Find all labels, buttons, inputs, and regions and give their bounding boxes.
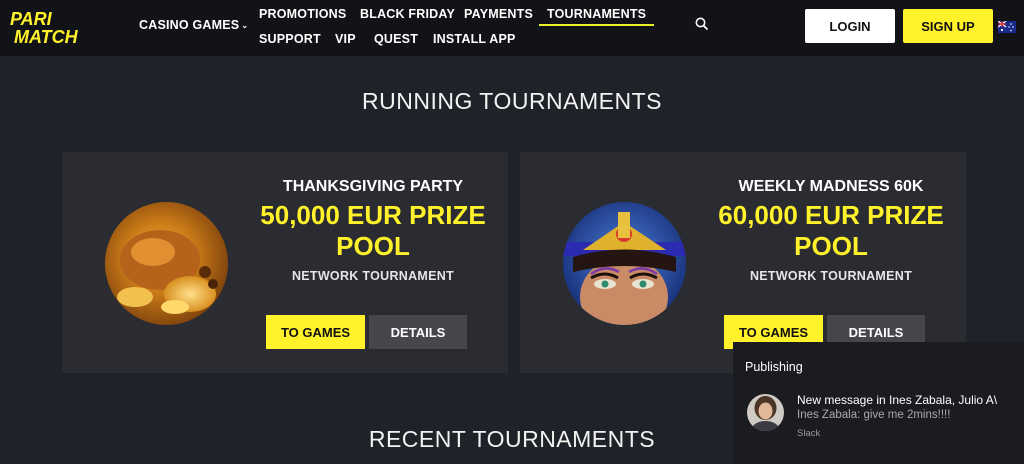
prize-line-1: 50,000 EUR PRIZE [260, 200, 486, 230]
nav-install-app[interactable]: INSTALL APP [433, 32, 516, 46]
prize-line-1: 60,000 EUR PRIZE [718, 200, 944, 230]
casino-games-menu[interactable]: CASINO GAMES ⌄ [139, 18, 248, 32]
desktop-notification[interactable]: Publishing New message in Ines Zabala, J… [733, 342, 1024, 464]
tournament-prize: 60,000 EUR PRIZE POOL [696, 200, 966, 262]
nav-promotions[interactable]: PROMOTIONS [259, 7, 346, 21]
tournament-card: WEEKLY MADNESS 60K 60,000 EUR PRIZE POOL… [520, 152, 966, 373]
casino-games-label: CASINO GAMES [139, 18, 240, 32]
tournament-type: NETWORK TOURNAMENT [291, 269, 455, 283]
nav-quest[interactable]: QUEST [374, 32, 418, 46]
nav-vip[interactable]: VIP [335, 32, 356, 46]
notification-source: Slack [797, 428, 821, 439]
prize-line-2: POOL [794, 231, 868, 261]
notification-body: Ines Zabala: give me 2mins!!!! [797, 409, 951, 421]
signup-button[interactable]: SIGN UP [903, 9, 993, 43]
nav-black-friday[interactable]: BLACK FRIDAY [360, 7, 455, 21]
prize-line-2: POOL [336, 231, 410, 261]
search-icon[interactable] [695, 17, 709, 31]
svg-text:MATCH: MATCH [14, 27, 79, 45]
details-button[interactable]: DETAILS [369, 315, 467, 349]
to-games-button[interactable]: TO GAMES [266, 315, 365, 349]
notification-title: New message in Ines Zabala, Julio A\ [797, 393, 998, 407]
tournament-type: NETWORK TOURNAMENT [749, 269, 913, 283]
parimatch-logo[interactable]: PARI MATCH [8, 9, 120, 45]
tournament-card: THANKSGIVING PARTY 50,000 EUR PRIZE POOL… [62, 152, 508, 373]
avatar [747, 394, 784, 431]
thanksgiving-party-image[interactable] [105, 202, 228, 325]
nav-payments[interactable]: PAYMENTS [464, 7, 533, 21]
australia-flag-icon[interactable] [997, 20, 1016, 33]
top-header: PARI MATCH CASINO GAMES ⌄ PROMOTIONS BLAC… [0, 0, 1024, 56]
svg-text:PARI: PARI [10, 9, 53, 29]
notification-app-name: Publishing [745, 360, 803, 374]
nav-tournaments[interactable]: TOURNAMENTS [539, 7, 655, 26]
weekly-madness-image[interactable] [563, 202, 686, 325]
tournament-prize: 50,000 EUR PRIZE POOL [238, 200, 508, 262]
nav-support[interactable]: SUPPORT [259, 32, 321, 46]
running-tournaments-heading: RUNNING TOURNAMENTS [362, 88, 662, 114]
chevron-down-icon: ⌄ [241, 21, 249, 30]
tournament-title: THANKSGIVING PARTY [282, 178, 464, 195]
tournament-title: WEEKLY MADNESS 60K [738, 178, 924, 195]
login-button[interactable]: LOGIN [805, 9, 895, 43]
